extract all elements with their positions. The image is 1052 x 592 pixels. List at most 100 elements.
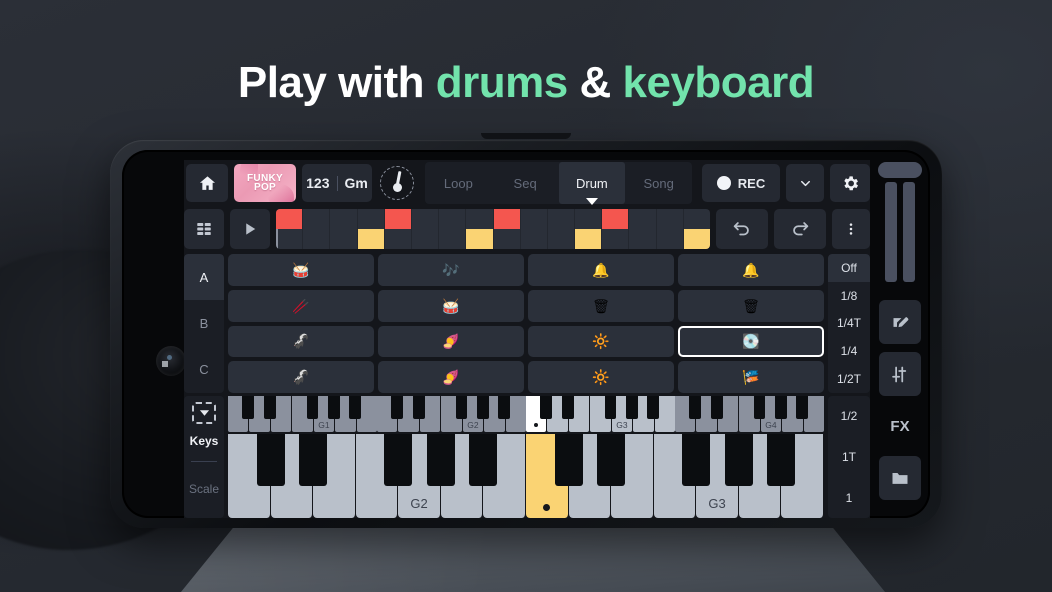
piano-black-key[interactable] xyxy=(682,434,711,487)
piano-black-key[interactable] xyxy=(767,434,796,487)
quantize-option[interactable]: Off xyxy=(828,254,870,282)
overview-black-key[interactable] xyxy=(540,396,553,420)
step-cell[interactable] xyxy=(521,229,548,249)
step-cell[interactable] xyxy=(683,229,710,249)
overview-white-key[interactable] xyxy=(441,396,468,432)
volume-fader[interactable] xyxy=(878,160,922,292)
step-cell[interactable] xyxy=(602,209,630,229)
piano-black-key[interactable] xyxy=(426,434,455,487)
step-cell[interactable] xyxy=(276,209,304,229)
scale-tab[interactable]: Scale xyxy=(189,482,219,496)
overview-black-key[interactable] xyxy=(647,396,660,420)
drum-pad[interactable]: 🗑 xyxy=(678,289,824,322)
files-button[interactable] xyxy=(879,456,921,500)
overview-black-key[interactable] xyxy=(412,396,425,420)
record-button[interactable]: REC xyxy=(702,164,780,202)
overview-black-key[interactable] xyxy=(263,396,276,420)
bank-c[interactable]: C xyxy=(184,347,224,393)
edit-button[interactable] xyxy=(879,300,921,344)
quantize-option[interactable]: 1T xyxy=(828,437,870,478)
step-cell[interactable] xyxy=(357,229,385,249)
record-options-button[interactable] xyxy=(786,164,824,202)
step-cell[interactable] xyxy=(602,229,630,249)
step-cell[interactable] xyxy=(385,229,412,249)
drum-pad[interactable]: 🥁 xyxy=(228,254,374,286)
drum-pad[interactable]: 🎶 xyxy=(378,254,524,286)
quantize-option[interactable]: 1 xyxy=(828,477,870,518)
overview-black-key[interactable] xyxy=(710,396,723,420)
overview-black-key[interactable] xyxy=(327,396,340,420)
step-cell[interactable] xyxy=(493,209,521,229)
tab-song[interactable]: Song xyxy=(625,162,692,204)
step-cell[interactable] xyxy=(548,209,576,229)
overview-white-key[interactable] xyxy=(377,396,404,432)
step-cell[interactable] xyxy=(412,229,440,249)
more-options-button[interactable] xyxy=(832,209,870,249)
overview-black-key[interactable] xyxy=(498,396,511,420)
keyboard-dropdown-button[interactable] xyxy=(192,402,216,424)
quantize-option[interactable]: 1/4T xyxy=(828,310,870,338)
drum-pad[interactable]: 🥢 xyxy=(228,289,374,322)
overview-white-key[interactable] xyxy=(675,396,702,432)
mixer-button[interactable] xyxy=(879,352,921,396)
piano-black-key[interactable] xyxy=(597,434,626,487)
drum-pad[interactable]: 🦨 xyxy=(228,361,374,393)
step-cell[interactable] xyxy=(575,209,603,229)
step-cell[interactable] xyxy=(330,209,358,229)
piano-black-key[interactable] xyxy=(256,434,285,487)
keyboard-overview-octave[interactable]: G4 xyxy=(675,396,824,432)
step-cell[interactable] xyxy=(412,209,440,229)
fader-handle[interactable] xyxy=(878,162,922,178)
drum-pad[interactable]: 🥁 xyxy=(378,289,524,322)
step-cell[interactable] xyxy=(629,229,657,249)
step-sequencer-strip[interactable] xyxy=(276,209,710,249)
step-cell[interactable] xyxy=(466,209,494,229)
keys-tab[interactable]: Keys xyxy=(190,434,219,448)
redo-button[interactable] xyxy=(774,209,826,249)
drum-pad[interactable]: 🦨 xyxy=(228,325,374,358)
keyboard-overview-octave[interactable]: G3 xyxy=(526,396,675,432)
drum-pad[interactable]: 🔆 xyxy=(528,325,674,358)
drum-pad[interactable]: 🗑 xyxy=(528,289,674,322)
step-cell[interactable] xyxy=(521,209,548,229)
overview-black-key[interactable] xyxy=(349,396,362,420)
piano-black-key[interactable] xyxy=(299,434,328,487)
step-cell[interactable] xyxy=(276,229,304,249)
step-lane-top[interactable] xyxy=(276,209,710,229)
drum-pad[interactable]: 🔔 xyxy=(678,254,824,286)
overview-black-key[interactable] xyxy=(753,396,766,420)
overview-black-key[interactable] xyxy=(689,396,702,420)
settings-button[interactable] xyxy=(830,164,870,202)
drum-pad[interactable]: 🔆 xyxy=(528,361,674,393)
drum-pad[interactable]: 🍠 xyxy=(378,361,524,393)
bank-b[interactable]: B xyxy=(184,300,224,346)
step-cell[interactable] xyxy=(548,229,576,249)
tab-loop[interactable]: Loop xyxy=(425,162,492,204)
piano-black-key[interactable] xyxy=(554,434,583,487)
overview-white-key[interactable] xyxy=(739,396,766,432)
project-artwork-button[interactable]: FUNKY POP xyxy=(234,164,296,202)
step-cell[interactable] xyxy=(439,209,467,229)
drum-pad[interactable]: 💽 xyxy=(678,325,824,358)
quantize-option[interactable]: 1/8 xyxy=(828,282,870,310)
overview-black-key[interactable] xyxy=(476,396,489,420)
step-cell[interactable] xyxy=(684,209,710,229)
metronome-button[interactable] xyxy=(378,164,416,202)
piano-keyboard[interactable]: G2 G3 xyxy=(228,434,824,518)
overview-black-key[interactable] xyxy=(391,396,404,420)
step-cell[interactable] xyxy=(439,229,467,249)
overview-black-key[interactable] xyxy=(774,396,787,420)
piano-black-key[interactable] xyxy=(724,434,753,487)
keyboard-overview-octave[interactable]: G2 xyxy=(377,396,526,432)
fx-button[interactable]: FX xyxy=(879,404,921,448)
overview-black-key[interactable] xyxy=(242,396,255,420)
overview-black-key[interactable] xyxy=(796,396,809,420)
overview-black-key[interactable] xyxy=(306,396,319,420)
overview-white-key[interactable] xyxy=(590,396,617,432)
step-cell[interactable] xyxy=(657,229,684,249)
step-cell[interactable] xyxy=(466,229,494,249)
overview-black-key[interactable] xyxy=(455,396,468,420)
drum-pad[interactable]: 🍠 xyxy=(378,325,524,358)
quantize-option[interactable]: 1/4 xyxy=(828,337,870,365)
pattern-grid-button[interactable] xyxy=(184,209,224,249)
